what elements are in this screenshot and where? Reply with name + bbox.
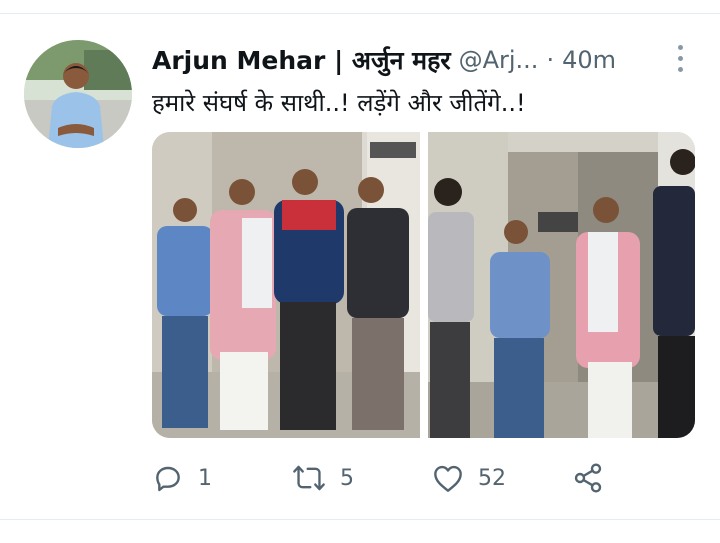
like-count: 52 <box>478 465 506 491</box>
photo-right[interactable] <box>427 132 695 438</box>
retweet-icon <box>293 465 325 491</box>
bottom-divider <box>0 519 720 520</box>
heart-icon <box>434 465 462 492</box>
retweet-button[interactable]: 5 <box>292 462 432 494</box>
like-button[interactable]: 52 <box>432 463 572 493</box>
reply-count: 1 <box>198 465 212 491</box>
reply-button[interactable]: 1 <box>152 462 292 494</box>
separator-dot: · <box>546 46 555 74</box>
tweet-media[interactable] <box>152 132 695 438</box>
share-button[interactable] <box>572 462 604 494</box>
retweet-count: 5 <box>340 465 354 491</box>
top-divider <box>0 13 720 14</box>
tweet-text: हमारे संघर्ष के साथी..! लड़ेंगे और जीतें… <box>152 89 526 117</box>
reply-icon <box>156 466 180 492</box>
more-vertical-icon[interactable] <box>671 42 689 72</box>
tweet-actions: 1 5 52 <box>152 458 604 498</box>
tweet-header: Arjun Mehar | अर्जुन महर @Arj... · 40m <box>152 40 616 80</box>
avatar[interactable] <box>24 40 132 148</box>
share-icon <box>574 463 602 493</box>
author-name[interactable]: Arjun Mehar | अर्जुन महर <box>152 43 451 77</box>
photo-left[interactable] <box>152 132 420 438</box>
author-handle[interactable]: @Arj... <box>459 46 539 74</box>
timestamp[interactable]: 40m <box>562 46 616 74</box>
